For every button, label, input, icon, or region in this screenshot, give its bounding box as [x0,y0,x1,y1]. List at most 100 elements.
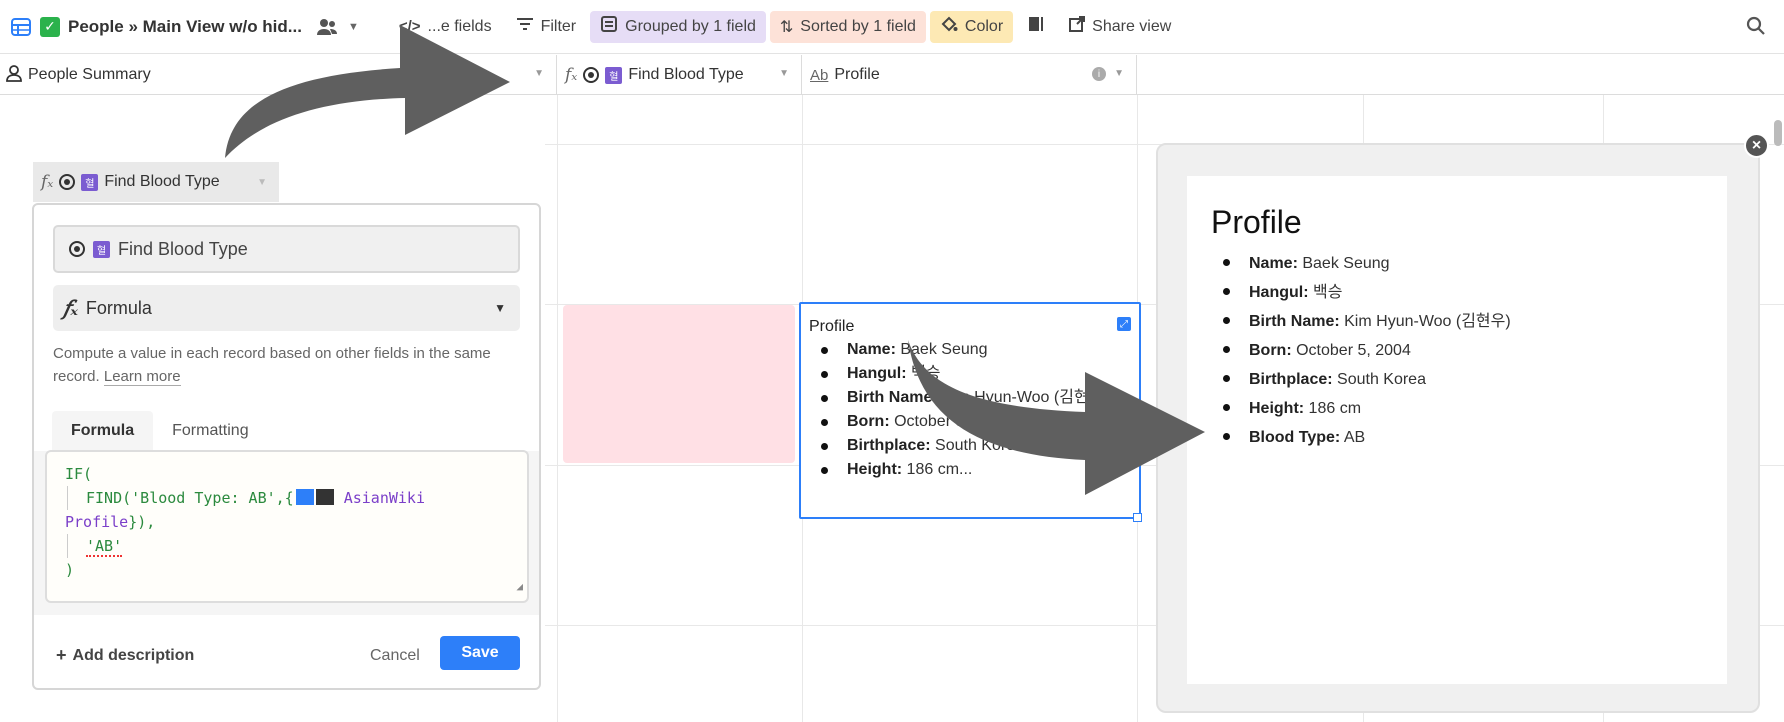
add-description-label: Add description [72,646,195,664]
grid-view-icon[interactable] [10,16,32,38]
code-punct: }), [128,513,156,531]
group-button[interactable]: Grouped by 1 field [590,10,766,43]
save-button[interactable]: Save [440,636,520,670]
field-name-value: Find Blood Type [118,238,248,259]
profile-item-value: 186 cm... [902,461,973,478]
column-header-people-summary[interactable]: People Summary ▼ [0,55,557,95]
row-height-button[interactable] [1017,11,1055,43]
share-view-button[interactable]: Share view [1059,11,1181,43]
profile-item-key: Height: [847,461,903,478]
scrollbar[interactable] [1774,120,1782,146]
add-description-button[interactable]: + Add description [56,645,194,666]
blood-type-icon: 혈 [93,240,110,258]
blood-type-icon: 혈 [605,66,623,84]
learn-more-link[interactable]: Learn more [103,368,181,386]
code-line: FIND('Blood Type: AB',{ AsianWiki [67,486,509,510]
gear-icon [69,241,85,257]
code-line: ) [65,561,75,579]
chevron-down-icon[interactable]: ▼ [779,68,789,79]
profile-item-key: Born: [847,413,890,430]
profile-list-item: Born: October 5, 2004 [809,410,1131,434]
column-label: Profile [834,66,880,83]
people-icon[interactable] [316,18,338,36]
info-icon[interactable]: i [1092,67,1106,81]
profile-item-key: Birth Name: [1249,313,1340,330]
editor-tabs: Formula Formatting [34,411,539,451]
column-header-profile[interactable]: Ab Profile i ▼ [802,55,1137,95]
profile-list-item: Name: Baek Seung [1211,249,1703,278]
field-type-value: Formula [85,297,152,318]
expanded-profile-list: Name: Baek Seung Hangul: 백승 Birth Name: Ki… [1211,249,1703,452]
column-label: People Summary [28,66,151,83]
code-function: FIND('Blood Type: AB',{ [86,489,294,507]
cell-profile-list: Name: Baek Seung Hangul: 백승 Birth Name: Ki… [809,338,1131,482]
field-ref-icon [315,489,334,505]
paint-bucket-icon [940,15,958,38]
code-field-ref: AsianWiki [343,489,425,507]
expanded-profile-content: Profile Name: Baek Seung Hangul: 백승 Birth … [1187,176,1727,684]
cancel-button[interactable]: Cancel [370,647,420,665]
sort-label: Sorted by 1 field [800,17,916,35]
hide-fields-label: ...e fields [427,17,492,35]
rich-text-icon: Ab [810,66,829,84]
profile-list-item: Birthplace: South Korea [1211,365,1703,394]
formula-icon: 𝑓ₓ [565,65,578,85]
search-icon[interactable] [1746,16,1766,41]
resize-handle-icon[interactable]: ◢ [516,575,523,599]
blood-type-cell-empty[interactable] [563,305,795,463]
checkmark-icon: ✓ [40,16,60,37]
profile-item-value: Baek Seung [895,341,988,358]
field-type-description: Compute a value in each record based on … [53,342,513,388]
view-name[interactable]: People » Main View w/o hid... [68,17,302,37]
formula-icon: 𝑓ₓ [41,172,54,192]
chevron-down-icon: ▼ [494,301,506,315]
profile-item-value: Kim Hyun-Woo (김현우) [1339,313,1511,330]
profile-item-key: Name: [847,341,896,358]
profile-item-value: South Korea [930,437,1024,454]
column-header-find-blood-type[interactable]: 𝑓ₓ 혈 Find Blood Type ▼ [557,55,802,95]
profile-item-value: October 5, 2004 [889,413,1009,430]
profile-list-item: Birth Name: Kim Hyun-Woo (김현우) [1211,307,1703,336]
gear-icon [59,174,76,190]
profile-cell-selected[interactable]: Profile Name: Baek Seung Hangul: 백승 Birth … [799,302,1141,519]
tab-formatting[interactable]: Formatting [153,411,267,451]
close-icon[interactable]: × [1744,133,1769,158]
profile-list-item: Birthplace: South Korea [809,434,1131,458]
profile-list-item: Height: 186 cm [1211,394,1703,423]
view-toolbar: ✓ People » Main View w/o hid... ▼ </> ..… [0,0,1784,54]
field-name-input[interactable]: 혈 Find Blood Type [53,225,520,273]
fill-handle[interactable] [1133,513,1142,522]
share-icon [1069,16,1086,37]
profile-item-key: Birthplace: [1249,371,1333,388]
dragged-column-header[interactable]: 𝑓ₓ 혈 Find Blood Type ▼ [33,162,279,202]
profile-item-value: 186 cm [1304,400,1362,417]
profile-item-key: Hangul: [1249,284,1309,301]
expand-icon[interactable]: ⤢ [1117,317,1131,331]
sort-button[interactable]: ⇅ Sorted by 1 field [769,10,926,43]
code-line: Profile}), [65,510,509,534]
chevron-down-icon[interactable]: ▼ [1114,68,1124,79]
profile-list-item: Blood Type: AB [1211,423,1703,452]
formula-code-editor[interactable]: IF( FIND('Blood Type: AB',{AsianWiki Pro… [45,450,529,603]
filter-icon [516,16,534,37]
filter-button[interactable]: Filter [506,11,587,43]
field-type-select[interactable]: 𝑓ₓ Formula ▼ [53,285,520,331]
profile-list-item: Height: 186 cm... [809,458,1131,482]
color-button[interactable]: Color [929,10,1014,43]
gear-icon [583,67,600,83]
group-icon [600,15,618,38]
hide-fields-button[interactable]: </> ...e fields [389,11,502,43]
chevron-down-icon[interactable]: ▼ [348,21,359,33]
chevron-down-icon[interactable]: ▼ [534,68,544,79]
profile-item-key: Birthplace: [847,437,931,454]
formula-icon: 𝑓ₓ [63,296,78,320]
column-label: Find Blood Type [628,66,744,83]
profile-list-item: Name: Baek Seung [809,338,1131,362]
chevron-down-icon: ▼ [257,176,267,188]
dragged-column-label: Find Blood Type [104,173,220,190]
filter-label: Filter [540,17,577,35]
tab-formula[interactable]: Formula [52,411,154,451]
profile-list-item: Hangul: 백승 [809,362,1131,386]
profile-item-value: October 5, 2004 [1291,342,1411,359]
blood-type-icon: 혈 [81,173,99,191]
